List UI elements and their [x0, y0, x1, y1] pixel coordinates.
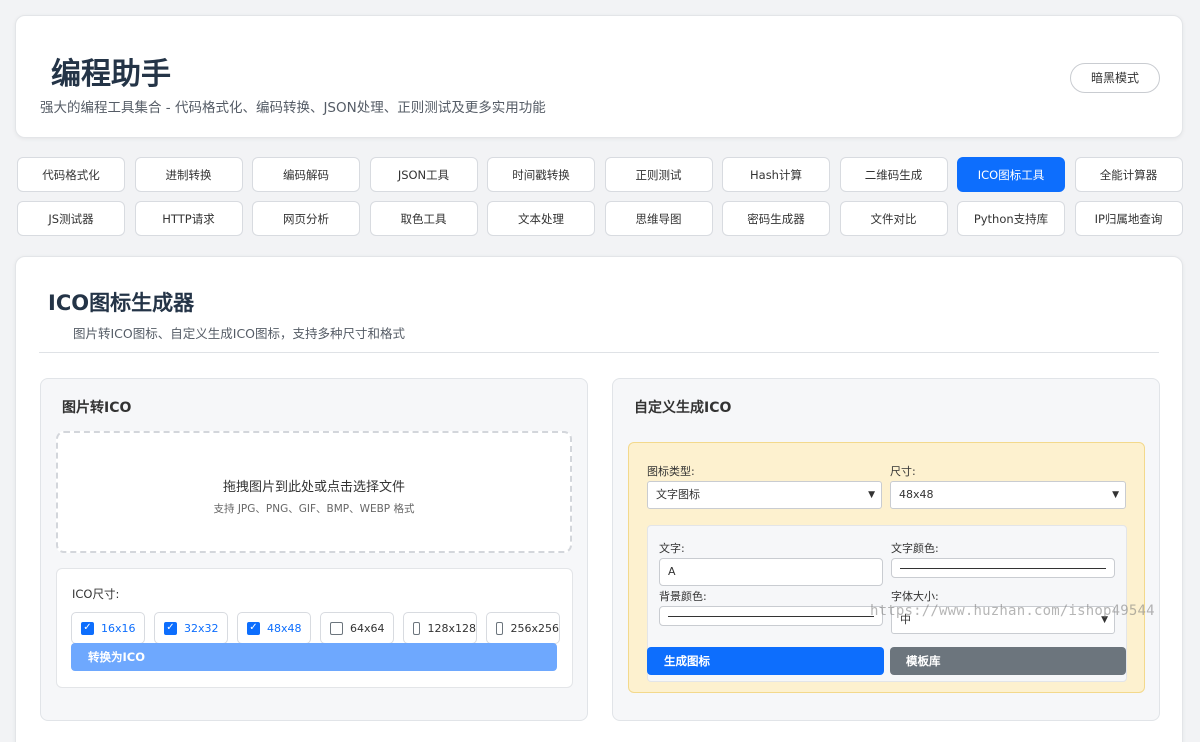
divider	[39, 352, 1159, 353]
image-to-ico-panel: 图片转ICO 拖拽图片到此处或点击选择文件 支持 JPG、PNG、GIF、BMP…	[40, 378, 588, 721]
nav-python-lib[interactable]: Python支持库	[957, 201, 1065, 236]
app-header: 编程助手 强大的编程工具集合 - 代码格式化、编码转换、JSON处理、正则测试及…	[15, 15, 1183, 138]
nav-ip-lookup[interactable]: IP归属地查询	[1074, 201, 1183, 236]
nav-hash[interactable]: Hash计算	[722, 157, 830, 192]
size-label: 64x64	[350, 621, 385, 635]
text-input[interactable]: A	[659, 558, 883, 586]
size-label: 尺寸:	[890, 465, 916, 478]
nav-http-request[interactable]: HTTP请求	[134, 201, 243, 236]
font-size-label: 字体大小:	[891, 590, 939, 603]
tool-title: ICO图标生成器	[48, 291, 195, 315]
text-color-picker[interactable]	[891, 558, 1115, 578]
tool-nav: 代码格式化 进制转换 编码解码 JSON工具 时间戳转换 正则测试 Hash计算…	[17, 157, 1183, 236]
text-label: 文字:	[659, 542, 685, 555]
panel-title: 图片转ICO	[62, 400, 132, 416]
image-dropzone[interactable]: 拖拽图片到此处或点击选择文件 支持 JPG、PNG、GIF、BMP、WEBP 格…	[56, 431, 572, 553]
size-label: 16x16	[101, 621, 136, 635]
convert-to-ico-button[interactable]: 转换为ICO	[71, 643, 557, 671]
template-library-button[interactable]: 模板库	[890, 647, 1126, 675]
text-color-label: 文字颜色:	[891, 542, 939, 555]
bg-color-label: 背景颜色:	[659, 590, 707, 603]
app-title: 编程助手	[51, 57, 171, 92]
nav-js-tester[interactable]: JS测试器	[17, 201, 125, 236]
icon-type-value: 文字图标	[656, 488, 700, 501]
size-select[interactable]: 48x48 ▼	[890, 481, 1126, 509]
icon-type-select[interactable]: 文字图标 ▼	[647, 481, 882, 509]
color-swatch	[900, 568, 1106, 569]
panel-title: 自定义生成ICO	[634, 400, 732, 416]
nav-regex-test[interactable]: 正则测试	[604, 157, 713, 192]
nav-web-analysis[interactable]: 网页分析	[252, 201, 360, 236]
checkbox-checked[interactable]: ✓	[164, 621, 177, 635]
icon-type-label: 图标类型:	[647, 465, 695, 478]
caret-down-icon: ▼	[868, 490, 875, 500]
size-label: 256x256	[510, 621, 559, 635]
tool-description: 图片转ICO图标、自定义生成ICO图标，支持多种尺寸和格式	[73, 326, 406, 341]
nav-json-tool[interactable]: JSON工具	[369, 157, 478, 192]
size-option-48[interactable]: ✓ 48x48	[237, 612, 311, 644]
ico-size-options: ✓ 16x16 ✓ 32x32 ✓ 48x48 64x64 128x128 25…	[71, 612, 560, 644]
checkbox-unchecked[interactable]	[330, 621, 343, 635]
dark-mode-button[interactable]: 暗黑模式	[1070, 63, 1160, 93]
nav-color-picker[interactable]: 取色工具	[369, 201, 478, 236]
checkbox-checked[interactable]: ✓	[81, 621, 94, 635]
nav-code-format[interactable]: 代码格式化	[17, 157, 125, 192]
size-label: 128x128	[427, 621, 476, 635]
ico-size-label: ICO尺寸:	[72, 587, 120, 601]
tool-card: ICO图标生成器 图片转ICO图标、自定义生成ICO图标，支持多种尺寸和格式 图…	[15, 256, 1183, 742]
nav-base-convert[interactable]: 进制转换	[134, 157, 243, 192]
size-value: 48x48	[899, 488, 934, 501]
app-subtitle: 强大的编程工具集合 - 代码格式化、编码转换、JSON处理、正则测试及更多实用功…	[40, 100, 546, 116]
dropzone-text: 拖拽图片到此处或点击选择文件	[222, 480, 405, 495]
custom-ico-form: 图标类型: 文字图标 ▼ 尺寸: 48x48 ▼ 文字: A 文字颜色: 背景颜…	[628, 442, 1145, 693]
nav-password-gen[interactable]: 密码生成器	[722, 201, 830, 236]
size-option-128[interactable]: 128x128	[403, 612, 477, 644]
nav-text-process[interactable]: 文本处理	[487, 201, 595, 236]
size-option-32[interactable]: ✓ 32x32	[154, 612, 228, 644]
caret-down-icon: ▼	[1112, 490, 1119, 500]
checkbox-unchecked[interactable]	[413, 621, 421, 635]
generate-icon-button[interactable]: 生成图标	[647, 647, 884, 675]
ico-size-box: ICO尺寸: ✓ 16x16 ✓ 32x32 ✓ 48x48 64x64 128…	[56, 568, 573, 688]
nav-timestamp[interactable]: 时间戳转换	[487, 157, 595, 192]
size-label: 48x48	[267, 621, 302, 635]
nav-file-diff[interactable]: 文件对比	[839, 201, 948, 236]
bg-color-picker[interactable]	[659, 606, 883, 626]
nav-ico-tool[interactable]: ICO图标工具	[957, 157, 1065, 192]
size-option-64[interactable]: 64x64	[320, 612, 394, 644]
custom-ico-panel: 自定义生成ICO 图标类型: 文字图标 ▼ 尺寸: 48x48 ▼ 文字: A …	[612, 378, 1160, 721]
nav-mind-map[interactable]: 思维导图	[604, 201, 713, 236]
size-label: 32x32	[184, 621, 219, 635]
dropzone-formats: 支持 JPG、PNG、GIF、BMP、WEBP 格式	[213, 503, 415, 515]
color-swatch	[668, 616, 874, 617]
size-option-256[interactable]: 256x256	[486, 612, 560, 644]
nav-calculator[interactable]: 全能计算器	[1074, 157, 1183, 192]
watermark-text: https://www.huzhan.com/ishop49544	[870, 603, 1155, 619]
size-option-16[interactable]: ✓ 16x16	[71, 612, 145, 644]
nav-qrcode[interactable]: 二维码生成	[839, 157, 948, 192]
checkbox-checked[interactable]: ✓	[247, 621, 260, 635]
checkbox-unchecked[interactable]	[496, 621, 504, 635]
nav-encode-decode[interactable]: 编码解码	[252, 157, 360, 192]
